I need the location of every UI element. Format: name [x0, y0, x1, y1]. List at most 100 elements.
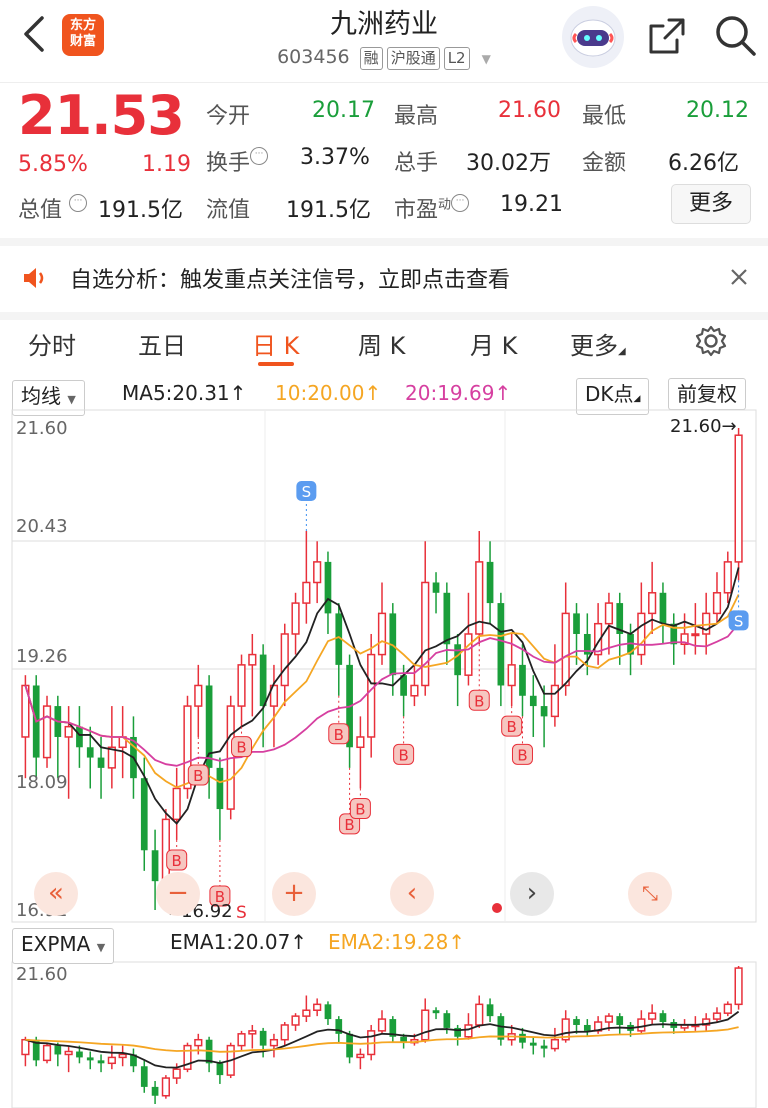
- main-candle: [519, 664, 526, 696]
- buy-marker-label: B: [507, 718, 517, 736]
- sub-candle: [356, 1053, 365, 1059]
- sub-candle: [54, 1045, 62, 1055]
- sub-y-label: 21.60: [16, 964, 68, 985]
- fullscreen-icon[interactable]: ⤡: [628, 872, 672, 916]
- main-candle: [248, 653, 257, 666]
- sub-candle: [324, 1004, 332, 1020]
- main-candle: [280, 633, 289, 687]
- main-candle: [161, 818, 170, 882]
- sub-candle: [604, 1015, 614, 1023]
- sub-candle: [519, 1033, 526, 1043]
- main-candle: [723, 561, 732, 594]
- sub-candle: [194, 1038, 203, 1047]
- main-candle: [497, 603, 505, 686]
- min-s-label: S: [236, 903, 247, 923]
- sell-marker-label: S: [302, 483, 312, 501]
- main-chart-frame: [11, 409, 757, 923]
- sub-candle: [475, 1003, 484, 1026]
- next-icon[interactable]: ›: [510, 872, 554, 916]
- sub-candle: [302, 1009, 311, 1017]
- main-candle: [734, 434, 743, 563]
- main-candle: [291, 602, 300, 635]
- main-candle: [151, 850, 159, 882]
- sub-candle: [248, 1030, 257, 1035]
- sub-candle: [269, 1038, 279, 1047]
- sub-candle: [712, 1012, 722, 1020]
- sub-candle: [280, 1024, 289, 1041]
- buy-marker-label: B: [193, 767, 203, 785]
- sub-candle: [259, 1030, 267, 1046]
- zoom-in-icon[interactable]: +: [272, 872, 316, 916]
- sub-candle: [540, 1045, 548, 1049]
- y-label-4: 18.09: [16, 772, 68, 793]
- sub-candle: [151, 1086, 159, 1096]
- main-candle: [97, 757, 105, 768]
- sub-candle: [659, 1013, 667, 1023]
- sub-candle: [237, 1033, 246, 1047]
- main-candle: [443, 592, 451, 645]
- main-candle: [76, 726, 83, 748]
- buy-marker-label: B: [172, 852, 182, 870]
- sub-chart-frame: [11, 961, 757, 1108]
- main-candle: [313, 561, 322, 584]
- main-candle: [691, 633, 700, 637]
- main-candle: [529, 695, 537, 707]
- sub-candle: [648, 1012, 657, 1020]
- main-candle: [712, 592, 722, 615]
- zoom-out-icon[interactable]: −: [156, 872, 200, 916]
- main-candle: [172, 787, 181, 821]
- sub-candle: [140, 1066, 148, 1087]
- prev-icon[interactable]: ‹: [390, 872, 434, 916]
- expma-indicator-select[interactable]: EXPMA ▼: [12, 928, 115, 964]
- latest-dot: [492, 903, 502, 913]
- main-candle: [140, 778, 148, 851]
- sub-candle: [377, 1018, 387, 1032]
- max-price-label: 21.60→: [670, 416, 737, 437]
- buy-marker-label: B: [334, 726, 344, 744]
- main-candle: [324, 561, 332, 614]
- sub-candle: [118, 1053, 127, 1059]
- sub-candle: [97, 1060, 105, 1064]
- main-candle: [454, 644, 461, 676]
- main-candle: [194, 684, 203, 707]
- sub-candle: [76, 1051, 83, 1058]
- sub-candle: [550, 1038, 559, 1050]
- main-candle: [659, 592, 667, 624]
- main-candle: [42, 705, 52, 759]
- main-candle: [86, 747, 94, 758]
- y-label-3: 19.26: [16, 646, 68, 667]
- main-candle: [356, 736, 365, 749]
- sub-candle: [637, 1018, 646, 1032]
- sub-candle: [86, 1057, 94, 1061]
- ema1-value: EMA1:20.07↑: [170, 930, 308, 954]
- buy-marker-label: B: [344, 816, 354, 834]
- buy-marker-label: B: [398, 746, 408, 764]
- main-candle: [302, 581, 311, 604]
- main-candle: [464, 633, 473, 676]
- rewind-icon[interactable]: «: [34, 872, 78, 916]
- sub-candle: [21, 1038, 30, 1056]
- main-candle: [550, 684, 559, 718]
- main-candle: [64, 725, 73, 738]
- main-candle: [377, 612, 387, 656]
- main-candle: [561, 612, 570, 687]
- main-candle: [540, 706, 548, 717]
- sub-candle: [573, 1019, 580, 1025]
- sub-candle: [161, 1077, 170, 1097]
- main-candle: [367, 653, 376, 738]
- sub-candle: [291, 1015, 300, 1026]
- sub-candle: [443, 1013, 451, 1028]
- sub-candle: [583, 1024, 591, 1031]
- buy-marker-label: B: [236, 739, 246, 757]
- sub-candle: [107, 1056, 116, 1065]
- sub-candle: [486, 1004, 494, 1017]
- main-candle: [604, 602, 614, 625]
- ema2-value: EMA2:19.28↑: [328, 930, 466, 954]
- sub-candle: [313, 1003, 322, 1011]
- buy-marker-label: B: [517, 746, 527, 764]
- sub-candle: [734, 967, 743, 1006]
- main-candle: [648, 592, 657, 615]
- main-candle: [507, 664, 516, 687]
- sub-candle: [216, 1063, 224, 1076]
- sub-candle: [723, 1003, 732, 1014]
